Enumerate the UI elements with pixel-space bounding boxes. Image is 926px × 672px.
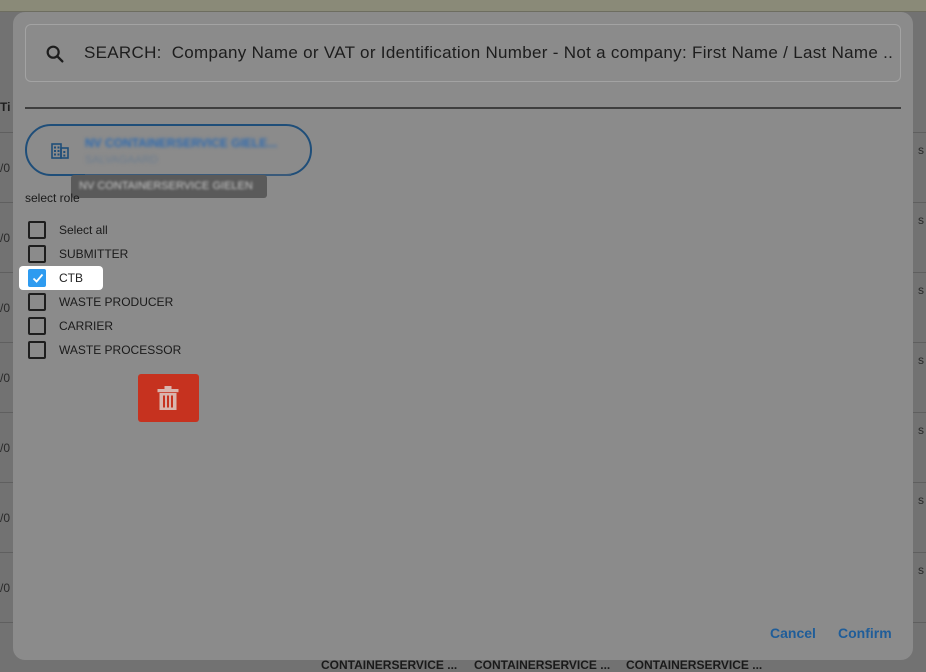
role-option-label: WASTE PRODUCER <box>59 295 174 309</box>
table-cell: CONTAINERSERVICE ... <box>474 658 611 672</box>
table-cell: /0 <box>0 371 11 385</box>
role-option-label: WASTE PROCESSOR <box>59 343 182 357</box>
search-icon <box>46 45 64 63</box>
divider <box>25 107 901 109</box>
search-input[interactable] <box>84 25 892 81</box>
search-box[interactable] <box>25 24 901 82</box>
table-cell: /0 <box>0 441 11 455</box>
company-name: NV CONTAINERSERVICE GIELE... <box>85 136 278 150</box>
company-chip[interactable]: NV CONTAINERSERVICE GIELE... SALVAGAARD <box>25 124 312 176</box>
confirm-button[interactable]: Confirm <box>838 625 892 641</box>
checkbox[interactable] <box>28 245 46 263</box>
role-option-carrier[interactable]: CARRIER <box>25 314 225 338</box>
building-icon <box>51 143 69 159</box>
checkmark-icon <box>32 273 44 283</box>
checkbox[interactable] <box>28 293 46 311</box>
role-option-label: CARRIER <box>59 319 114 333</box>
table-cell: /0 <box>0 511 11 525</box>
table-cell: s <box>918 353 924 367</box>
role-option-label: SUBMITTER <box>59 247 129 261</box>
checkbox[interactable] <box>28 221 46 239</box>
table-header-cell: Ti <box>0 100 11 114</box>
delete-button[interactable] <box>138 374 199 422</box>
table-cell: s <box>918 563 924 577</box>
role-selection-dialog: NV CONTAINERSERVICE GIELE... SALVAGAARD … <box>13 12 913 660</box>
table-cell: CONTAINERSERVICE ... <box>626 658 763 672</box>
trash-icon <box>157 386 179 410</box>
select-role-label: select role <box>25 191 80 205</box>
checkbox[interactable] <box>28 341 46 359</box>
table-cell: /0 <box>0 301 11 315</box>
table-cell: s <box>918 423 924 437</box>
table-cell: s <box>918 143 924 157</box>
role-option-select-all[interactable]: Select all <box>25 218 225 242</box>
company-city: SALVAGAARD <box>85 154 158 166</box>
role-option-label: Select all <box>59 223 108 237</box>
table-cell: /0 <box>0 231 11 245</box>
tooltip-text: NV CONTAINERSERVICE GIELEN <box>79 180 253 192</box>
company-tooltip: NV CONTAINERSERVICE GIELEN <box>71 175 267 198</box>
cancel-button[interactable]: Cancel <box>770 625 816 641</box>
role-option-ctb[interactable]: CTB <box>19 266 103 290</box>
table-cell: /0 <box>0 161 11 175</box>
role-option-label: CTB <box>59 271 83 285</box>
table-cell: s <box>918 283 924 297</box>
table-cell: s <box>918 493 924 507</box>
table-cell: /0 <box>0 581 11 595</box>
table-cell: CONTAINERSERVICE ... <box>321 658 458 672</box>
role-option-waste-producer[interactable]: WASTE PRODUCER <box>25 290 225 314</box>
checkbox[interactable] <box>28 317 46 335</box>
table-cell: s <box>918 213 924 227</box>
checkbox-checked[interactable] <box>28 269 46 287</box>
role-option-submitter[interactable]: SUBMITTER <box>25 242 225 266</box>
top-bar <box>0 0 926 12</box>
role-option-waste-processor[interactable]: WASTE PROCESSOR <box>25 338 225 362</box>
